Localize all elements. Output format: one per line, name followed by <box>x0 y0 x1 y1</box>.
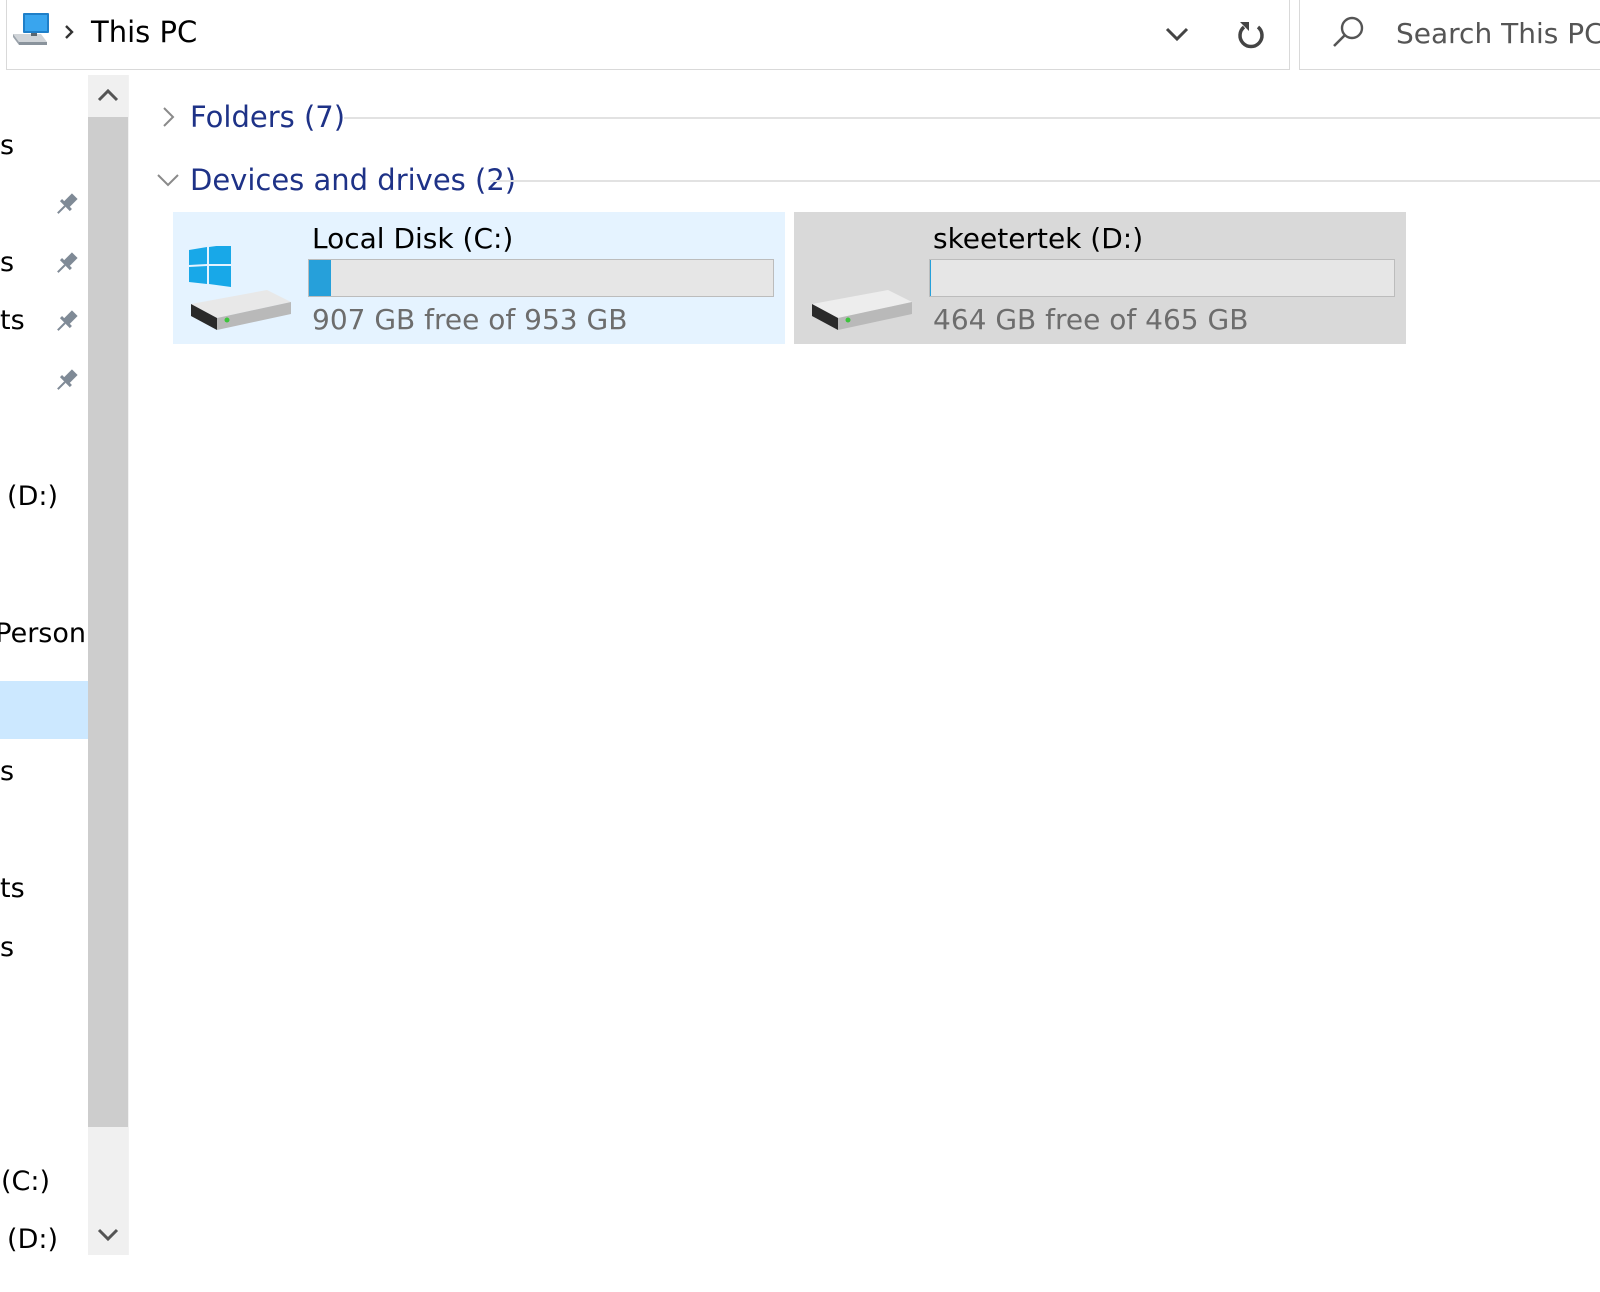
chevron-down-icon <box>1165 27 1189 42</box>
address-history-dropdown[interactable] <box>1157 16 1197 52</box>
nav-item-label: ts <box>0 873 25 904</box>
nav-item-onedrive-personal[interactable]: Person <box>0 605 88 663</box>
nav-item[interactable]: ts <box>0 860 88 918</box>
nav-item-label: ts <box>0 305 25 336</box>
nav-item[interactable] <box>0 175 88 233</box>
scroll-up-button[interactable] <box>88 75 128 115</box>
search-box[interactable] <box>1299 0 1600 70</box>
drive-usage-fill <box>930 260 931 296</box>
drive-tile-d[interactable]: skeetertek (D:) 464 GB free of 465 GB <box>794 212 1406 344</box>
drive-free-space: 907 GB free of 953 GB <box>312 303 628 336</box>
breadcrumb-chevron-icon[interactable] <box>61 22 77 42</box>
search-icon <box>1333 16 1364 47</box>
drive-name: Local Disk (C:) <box>312 222 514 255</box>
chevron-down-icon[interactable] <box>156 168 180 192</box>
file-explorer-window: This PC s s <box>0 0 1600 1292</box>
scroll-thumb[interactable] <box>88 117 128 1127</box>
nav-item-drive-c[interactable]: (C:) <box>0 1153 88 1211</box>
navigation-pane: s s ts k (D:) Person <box>0 75 88 1255</box>
pin-icon <box>57 252 78 273</box>
group-header-folders[interactable]: Folders (7) <box>156 95 1600 139</box>
nav-item-label: s <box>0 756 15 787</box>
chevron-right-icon[interactable] <box>156 105 180 129</box>
group-header-devices[interactable]: Devices and drives (2) <box>156 158 1600 202</box>
nav-item-label: s <box>0 932 15 963</box>
drive-name: skeetertek (D:) <box>933 222 1144 255</box>
drive-usage-bar <box>929 259 1395 297</box>
nav-item-drive-d[interactable]: k (D:) <box>0 468 88 526</box>
pin-icon <box>57 369 78 390</box>
nav-item-label: (C:) <box>0 1166 50 1197</box>
this-pc-icon <box>13 13 49 45</box>
refresh-button[interactable] <box>1212 0 1290 70</box>
group-title: Devices and drives (2) <box>190 163 517 197</box>
breadcrumb-this-pc[interactable]: This PC <box>91 12 197 52</box>
nav-item-label: Person <box>0 618 86 649</box>
nav-item[interactable] <box>0 351 88 409</box>
drive-usage-bar <box>308 259 774 297</box>
drive-tile-c[interactable]: Local Disk (C:) 907 GB free of 953 GB <box>173 212 785 344</box>
address-bar[interactable]: This PC <box>6 0 1213 70</box>
nav-item[interactable]: s <box>0 919 88 977</box>
pin-icon <box>57 193 78 214</box>
group-title: Folders (7) <box>190 100 346 134</box>
drive-usage-fill <box>309 260 332 296</box>
nav-item[interactable]: ts <box>0 292 88 350</box>
pin-icon <box>57 310 78 331</box>
drive-free-space: 464 GB free of 465 GB <box>933 303 1249 336</box>
nav-item-label: k (D:) <box>0 481 58 512</box>
nav-item[interactable]: s <box>0 743 88 801</box>
nav-item-label: s <box>0 247 15 278</box>
chevron-up-icon <box>97 88 119 102</box>
nav-item-this-pc[interactable] <box>0 681 88 739</box>
group-divider-line <box>490 180 1600 182</box>
pane-divider[interactable] <box>128 75 134 1255</box>
nav-item[interactable]: s <box>0 117 88 175</box>
nav-item-drive-d[interactable]: k (D:) <box>0 1211 88 1255</box>
nav-scrollbar[interactable] <box>88 75 128 1255</box>
chevron-down-icon <box>97 1228 119 1242</box>
nav-item-label: s <box>0 130 15 161</box>
nav-item-label: k (D:) <box>0 1224 58 1255</box>
search-input[interactable] <box>1396 12 1600 54</box>
nav-item[interactable]: s <box>0 234 88 292</box>
refresh-icon <box>1237 21 1264 48</box>
windows-system-drive-icon <box>189 246 291 330</box>
hard-drive-icon <box>812 290 912 330</box>
scroll-down-button[interactable] <box>88 1215 128 1255</box>
group-divider-line <box>344 117 1600 119</box>
